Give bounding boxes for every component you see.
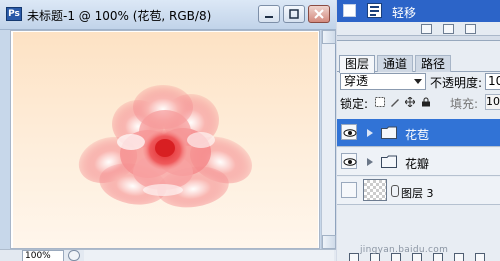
visibility-toggle[interactable] xyxy=(341,124,357,140)
maximize-button[interactable] xyxy=(283,5,305,23)
folder-icon xyxy=(381,126,397,139)
create-snapshot-icon[interactable] xyxy=(421,24,432,34)
lock-row: 锁定: 填充: 100 xyxy=(337,93,500,111)
layers-panel: 图层 通道 路径 穿透 不透明度: 100 锁定: 填充: 100 xyxy=(337,40,500,261)
tab-channels[interactable]: 通道 xyxy=(377,55,414,72)
window-controls xyxy=(258,5,330,23)
canvas-frame xyxy=(10,30,320,249)
lock-position-icon[interactable] xyxy=(405,97,415,107)
maximize-icon xyxy=(289,9,299,19)
layer-row-group[interactable]: 花瓣 xyxy=(337,148,500,176)
delete-state-icon[interactable] xyxy=(465,24,476,34)
layer-name: 图层 3 xyxy=(401,187,434,200)
new-layer-icon[interactable] xyxy=(454,253,464,261)
tab-layers[interactable]: 图层 xyxy=(339,55,376,73)
blend-mode-value: 穿透 xyxy=(344,74,369,88)
layer-thumbnail xyxy=(363,179,387,201)
status-bar: 100% xyxy=(0,249,336,261)
visibility-toggle[interactable] xyxy=(341,153,357,169)
document-window: Ps 未标题-1 @ 100% (花苞, RGB/8) 100% xyxy=(0,0,336,261)
layer-row[interactable]: 图层 3 xyxy=(337,177,500,205)
fill-input[interactable]: 100 xyxy=(485,94,500,110)
link-icon xyxy=(391,185,399,197)
history-item[interactable]: 轻移 xyxy=(337,0,500,22)
chevron-down-icon xyxy=(414,79,422,84)
opacity-label: 不透明度: xyxy=(430,76,483,90)
minimize-button[interactable] xyxy=(258,5,280,23)
zoom-level-field[interactable]: 100% xyxy=(22,250,64,261)
layer-name: 花苞 xyxy=(405,128,430,142)
document-titlebar[interactable]: Ps 未标题-1 @ 100% (花苞, RGB/8) xyxy=(0,0,336,30)
expand-group-icon[interactable] xyxy=(367,129,373,137)
expand-group-icon[interactable] xyxy=(367,158,373,166)
delete-layer-icon[interactable] xyxy=(475,253,485,261)
vertical-scrollbar[interactable] xyxy=(321,30,336,249)
layer-row-group[interactable]: 花苞 xyxy=(337,119,500,147)
eye-icon xyxy=(343,158,357,166)
horizontal-scrollbar[interactable] xyxy=(84,250,334,261)
watermark: jingyan.baidu.com xyxy=(360,245,449,255)
image-canvas[interactable] xyxy=(13,32,318,248)
folder-icon xyxy=(381,155,397,168)
minimize-icon xyxy=(265,16,273,18)
history-state-icon xyxy=(367,3,382,18)
new-document-from-state-icon[interactable] xyxy=(443,24,454,34)
close-icon xyxy=(314,9,324,19)
fill-label: 填充: xyxy=(450,97,479,111)
scroll-up-arrow[interactable] xyxy=(322,30,336,44)
visibility-toggle[interactable] xyxy=(341,182,357,198)
eye-icon xyxy=(343,129,357,137)
lock-all-icon[interactable] xyxy=(421,97,431,107)
blend-mode-select[interactable]: 穿透 xyxy=(340,73,426,90)
lock-transparent-pixels-icon[interactable] xyxy=(375,97,385,107)
scroll-down-arrow[interactable] xyxy=(322,235,336,249)
lock-label: 锁定: xyxy=(340,97,369,111)
right-panel-dock: 轻移 图层 通道 路径 穿透 不透明度: 100 锁定: xyxy=(337,0,500,261)
panel-tabs: 图层 通道 路径 xyxy=(337,55,500,73)
history-snapshot-checkbox[interactable] xyxy=(343,4,356,17)
link-layers-icon[interactable] xyxy=(349,253,359,261)
opacity-input[interactable]: 100 xyxy=(485,73,500,90)
document-info-icon[interactable] xyxy=(68,250,80,261)
history-item-label: 轻移 xyxy=(392,6,417,20)
lock-image-pixels-icon[interactable] xyxy=(390,97,400,107)
layer-name: 花瓣 xyxy=(405,157,430,171)
history-panel-footer xyxy=(337,22,500,36)
peony-flower-artwork xyxy=(78,85,252,208)
close-button[interactable] xyxy=(308,5,330,23)
tab-paths[interactable]: 路径 xyxy=(415,55,452,72)
photoshop-document-icon: Ps xyxy=(6,7,22,21)
photoshop-workspace: Ps 未标题-1 @ 100% (花苞, RGB/8) 100% 轻移 图层 通… xyxy=(0,0,500,261)
document-title: 未标题-1 @ 100% (花苞, RGB/8) xyxy=(27,9,212,23)
